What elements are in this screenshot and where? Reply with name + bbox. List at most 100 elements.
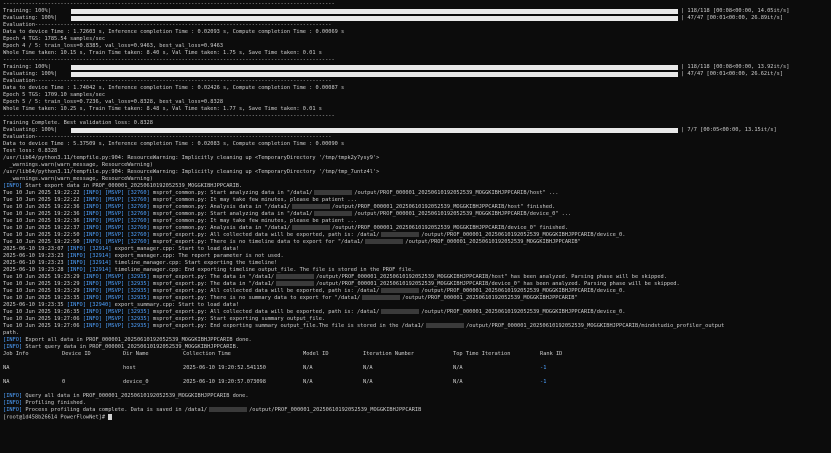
log-line: Tue 10 Jun 2025 19:22:50 [INFO] [MSVP] [… (3, 239, 822, 246)
redacted-block (276, 274, 315, 279)
log-text: msprof_export.py: All collected data wil… (149, 309, 380, 315)
log-text: Query all data in PROF_000001_2025061019… (22, 393, 249, 399)
info-tag: [INFO] [MSVP] [32760] (82, 218, 150, 224)
redacted-block (276, 281, 315, 286)
table-header-cell: Job Info (3, 351, 29, 357)
table-header-cell: Iteration Number (363, 351, 415, 357)
redacted-block (425, 323, 464, 328)
table-header-cell: Model ID (303, 351, 329, 357)
log-timestamp: Tue 10 Jun 2025 19:22:22 (3, 197, 83, 203)
progress-bar (71, 72, 678, 77)
progress-label: Evaluating: 100%| (3, 71, 58, 77)
log-text: msprof_export.py: The data in "/data1/ (149, 281, 275, 287)
log-line: Tue 10 Jun 2025 19:22:36 [INFO] [MSVP] [… (3, 204, 822, 211)
info-tag: [INFO] [MSVP] [32935] (82, 316, 150, 322)
output-line: Data to device Time : 5.37509 s, Inferen… (3, 141, 345, 147)
path-tail: path. (3, 330, 19, 336)
log-path: /output/PROF_000001_20250610192052539_MO… (249, 407, 422, 413)
table-cell: 0 (62, 379, 66, 385)
table-cell: N/A (363, 379, 373, 385)
info-tag: [INFO] [MSVP] [32760] (82, 197, 150, 203)
info-tag: [INFO] [32914] (66, 267, 112, 273)
log-timestamp: Tue 10 Jun 2025 19:22:36 (3, 218, 83, 224)
log-timestamp: Tue 10 Jun 2025 19:27:06 (3, 316, 83, 322)
info-tag: [INFO] (3, 344, 23, 350)
log-line: Tue 10 Jun 2025 19:23:29 [INFO] [MSVP] [… (3, 288, 822, 295)
shell-prompt: [root@1d458b26614 PowerFlowNet]# (3, 414, 109, 421)
table-row: NA host 2025-06-10 19:20:52.541150 N/A N/A N/… (3, 365, 822, 372)
table-spacer (3, 372, 822, 379)
log-line: Tue 10 Jun 2025 19:27:06 [INFO] [MSVP] [… (3, 316, 822, 323)
log-timestamp: Tue 10 Jun 2025 19:22:50 (3, 239, 83, 245)
log-path: /output/PROF_000001_20250610192052539_MO… (316, 274, 667, 280)
log-text: Profiling finished. (22, 400, 86, 406)
log-text: msprof_export.py: End exporting summary … (149, 323, 424, 329)
info-tag: [INFO] (3, 337, 23, 343)
redacted-block (381, 288, 420, 293)
terminal-window[interactable]: ----------------------------------------… (0, 0, 825, 451)
start-export-line: [INFO] Start export data in PROF_000001_… (3, 183, 822, 190)
output-line: Whole Time taken: 10.25 s, Train Time ta… (3, 106, 322, 112)
info-tag: [INFO] [MSVP] [32760] (82, 190, 150, 196)
table-header-cell: Collection Time (183, 351, 231, 357)
log-line: Tue 10 Jun 2025 19:22:22 [INFO] [MSVP] [… (3, 190, 822, 197)
progress-label: Evaluating: 100%| (3, 15, 58, 21)
output-line: Epoch 5 / 5: train_loss=0.7236, val_loss… (3, 99, 224, 105)
start-query-line: [INFO] Start query data in PROF_000001_2… (3, 344, 822, 351)
log-timestamp: 2025-06-10 19:23:28 (3, 267, 67, 273)
log-text: export_manager.cpp: The report parameter… (111, 253, 284, 259)
info-tag: [INFO] [32914] (66, 260, 112, 266)
info-tag: [INFO] [MSVP] [32935] (82, 309, 150, 315)
log-line: 2025-06-10 19:23:23 [INFO] [32914] expor… (3, 253, 822, 260)
table-cell: N/A (453, 379, 463, 385)
progress-label: Training: 100%| (3, 64, 51, 70)
progress-stats: | 118/118 [00:08<00:00, 14.05it/s] (681, 8, 790, 14)
log-path: /output/PROF_000001_20250610192052539_MO… (332, 225, 569, 231)
log-line: Tue 10 Jun 2025 19:22:37 [INFO] [MSVP] [… (3, 225, 822, 232)
log-line: Tue 10 Jun 2025 19:22:50 [INFO] [MSVP] [… (3, 232, 822, 239)
progress-row: Training: 100%| | 118/118 [00:08<00:00, 1… (3, 8, 822, 15)
log-line: 2025-06-10 19:23:28 [INFO] [32914] timel… (3, 267, 822, 274)
output-line: Data to device Time : 1.72603 s, Inferen… (3, 29, 345, 35)
log-line: Tue 10 Jun 2025 19:22:36 [INFO] [MSVP] [… (3, 211, 822, 218)
redacted-block (362, 295, 401, 300)
log-timestamp: 2025-06-10 19:23:07 (3, 246, 67, 252)
progress-row: Evaluating: 100%| | 47/47 [00:01<00:00, 2… (3, 71, 822, 78)
output-line: Evaluation------------------------------… (3, 22, 332, 28)
table-cell: N/A (303, 365, 313, 371)
table-header-cell: Rank ID (540, 351, 563, 357)
progress-stats: | 7/7 [00:05<00:00, 13.15it/s] (681, 127, 777, 133)
table-row: NA 0 device_0 2025-06-10 19:20:57.073098 N/A… (3, 379, 822, 386)
log-text: msprof_export.py: All collected data wil… (149, 288, 380, 294)
log-timestamp: Tue 10 Jun 2025 19:22:50 (3, 232, 83, 238)
info-tag: [INFO] [MSVP] [32935] (82, 281, 150, 287)
log-path: /output/PROF_000001_20250610192052539_MO… (332, 204, 556, 210)
log-timestamp: Tue 10 Jun 2025 19:23:29 (3, 281, 83, 287)
table-cell: -1 (540, 379, 547, 385)
log-text: Process profiling data complete. Data is… (22, 407, 208, 413)
log-path: /output/PROF_000001_20250610192052539_MO… (421, 309, 626, 315)
table-cell: N/A (453, 365, 463, 371)
log-timestamp: Tue 10 Jun 2025 19:26:35 (3, 309, 83, 315)
log-text: msprof_export.py: All collected data wil… (149, 232, 380, 238)
log-text: msprof_export.py: There is no timeline d… (149, 239, 364, 245)
log-text: Start query data in PROF_000001_20250610… (22, 344, 239, 350)
info-tag: [INFO] [MSVP] [32760] (82, 225, 150, 231)
info-tag: [INFO] [32914] (66, 246, 112, 252)
table-header-cell: Dir Name (123, 351, 149, 357)
redacted-block (381, 232, 420, 237)
redacted-block (292, 204, 331, 209)
table-cell: device_0 (123, 379, 149, 385)
log-text: msprof_export.py: The data in "/data1/ (149, 274, 275, 280)
progress-bar (71, 128, 678, 133)
final-line: [INFO] Process profiling data complete. … (3, 407, 822, 414)
progress-row: Training: 100%| | 118/118 [00:08<00:00, 1… (3, 64, 822, 71)
table-cell: 2025-06-10 19:20:57.073098 (183, 379, 266, 385)
log-text: Start export data in PROF_000001_2025061… (22, 183, 243, 189)
table-cell: 2025-06-10 19:20:52.541150 (183, 365, 266, 371)
cursor (108, 414, 113, 420)
prompt-line[interactable]: [root@1d458b26614 PowerFlowNet]# (3, 414, 822, 421)
info-tag: [INFO] [MSVP] [32935] (82, 323, 150, 329)
info-tag: [INFO] [MSVP] [32935] (82, 295, 150, 301)
log-text: msprof_export.py: Start exporting summar… (149, 316, 326, 322)
